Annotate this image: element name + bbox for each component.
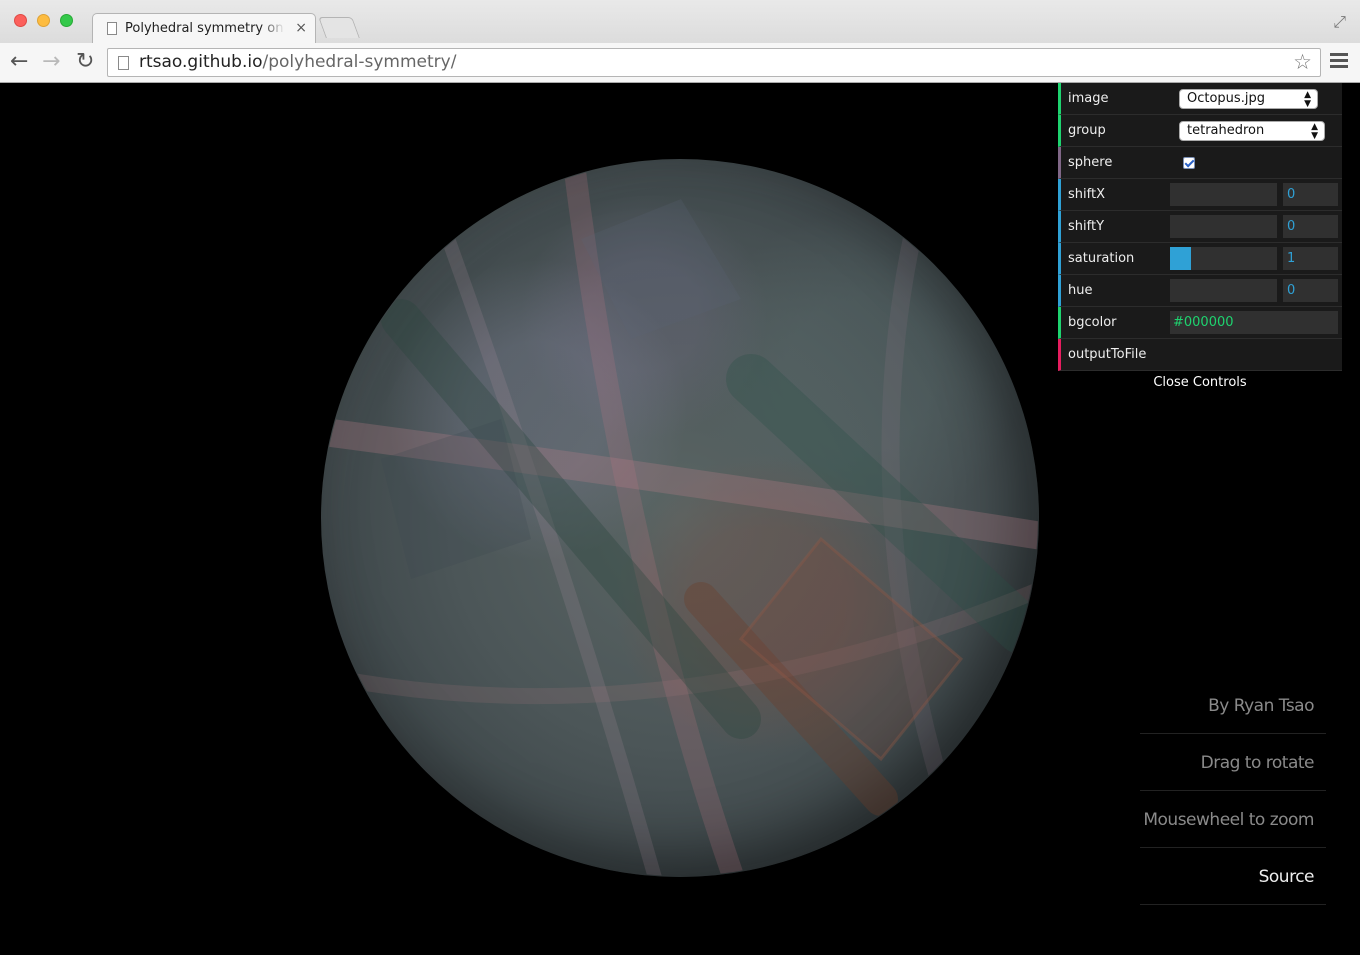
image-select-value: Octopus.jpg — [1187, 91, 1265, 106]
control-shiftY: shiftY 0 — [1058, 211, 1342, 243]
control-label: bgcolor — [1068, 315, 1117, 330]
hamburger-menu-icon[interactable] — [1330, 53, 1348, 71]
control-label: hue — [1068, 283, 1093, 298]
tab-close-icon[interactable]: × — [295, 20, 307, 36]
url-text[interactable]: rtsao.github.io/polyhedral-symmetry/ — [139, 52, 456, 72]
control-label: sphere — [1068, 155, 1113, 170]
shiftX-input[interactable]: 0 — [1283, 183, 1338, 206]
star-icon[interactable]: ☆ — [1293, 50, 1312, 74]
control-label: outputToFile — [1068, 347, 1147, 362]
zoom-hint: Mousewheel to zoom — [1140, 792, 1326, 848]
hue-input[interactable]: 0 — [1283, 279, 1338, 302]
hue-slider[interactable] — [1170, 279, 1277, 302]
url-path: /polyhedral-symmetry/ — [262, 52, 457, 72]
zoom-window-button[interactable] — [60, 14, 73, 27]
select-arrows-icon: ▲ ▼ — [1304, 90, 1311, 109]
browser-tab[interactable]: Polyhedral symmetry on a sphere × — [92, 13, 316, 44]
close-window-button[interactable] — [14, 14, 27, 27]
slider-fill — [1170, 247, 1192, 270]
controls-panel: image Octopus.jpg ▲ ▼ group tetrahedron ▲… — [1058, 83, 1342, 395]
render-canvas[interactable]: image Octopus.jpg ▲ ▼ group tetrahedron ▲… — [0, 83, 1360, 955]
image-select[interactable]: Octopus.jpg ▲ ▼ — [1179, 89, 1318, 109]
shiftX-slider[interactable] — [1170, 183, 1277, 206]
close-controls-button[interactable]: Close Controls — [1058, 371, 1342, 395]
shiftY-slider[interactable] — [1170, 215, 1277, 238]
saturation-input[interactable]: 1 — [1283, 247, 1338, 270]
new-tab-button[interactable] — [318, 17, 360, 38]
group-select[interactable]: tetrahedron ▲ ▼ — [1179, 121, 1325, 141]
sphere-checkbox[interactable] — [1183, 157, 1195, 169]
control-label: image — [1068, 91, 1109, 106]
browser-toolbar: ← → ↻ rtsao.github.io/polyhedral-symmetr… — [0, 43, 1360, 83]
reload-icon[interactable]: ↻ — [76, 48, 94, 76]
drag-hint: Drag to rotate — [1140, 735, 1326, 791]
forward-arrow-icon[interactable]: → — [42, 48, 60, 76]
url-host: rtsao.github.io — [139, 52, 263, 72]
saturation-slider[interactable] — [1170, 247, 1277, 270]
control-sphere: sphere — [1058, 147, 1342, 179]
control-hue: hue 0 — [1058, 275, 1342, 307]
sphere-texture-overlay — [322, 160, 1038, 876]
output-to-file-button[interactable]: outputToFile — [1058, 339, 1342, 371]
source-link[interactable]: Source — [1140, 849, 1326, 905]
page-icon — [107, 22, 117, 35]
control-image: image Octopus.jpg ▲ ▼ — [1058, 83, 1342, 115]
tab-title: Polyhedral symmetry on a sphere — [125, 21, 285, 36]
address-bar[interactable]: rtsao.github.io/polyhedral-symmetry/ ☆ — [107, 48, 1321, 77]
select-arrows-icon: ▲ ▼ — [1311, 122, 1318, 141]
control-shiftX: shiftX 0 — [1058, 179, 1342, 211]
control-label: shiftY — [1068, 219, 1105, 234]
shiftY-input[interactable]: 0 — [1283, 215, 1338, 238]
control-label: saturation — [1068, 251, 1135, 266]
bgcolor-input[interactable]: #000000 — [1170, 311, 1338, 334]
control-bgcolor: bgcolor #000000 — [1058, 307, 1342, 339]
fullscreen-icon[interactable]: ⤢ — [1333, 12, 1346, 32]
control-saturation: saturation 1 — [1058, 243, 1342, 275]
minimize-window-button[interactable] — [37, 14, 50, 27]
group-select-value: tetrahedron — [1187, 123, 1265, 138]
control-group: group tetrahedron ▲ ▼ — [1058, 115, 1342, 147]
author-link[interactable]: By Ryan Tsao — [1140, 678, 1326, 734]
control-label: shiftX — [1068, 187, 1105, 202]
browser-tab-bar: Polyhedral symmetry on a sphere × ⤢ — [0, 0, 1360, 44]
back-arrow-icon[interactable]: ← — [10, 48, 28, 76]
page-icon — [118, 56, 129, 70]
control-label: group — [1068, 123, 1106, 138]
